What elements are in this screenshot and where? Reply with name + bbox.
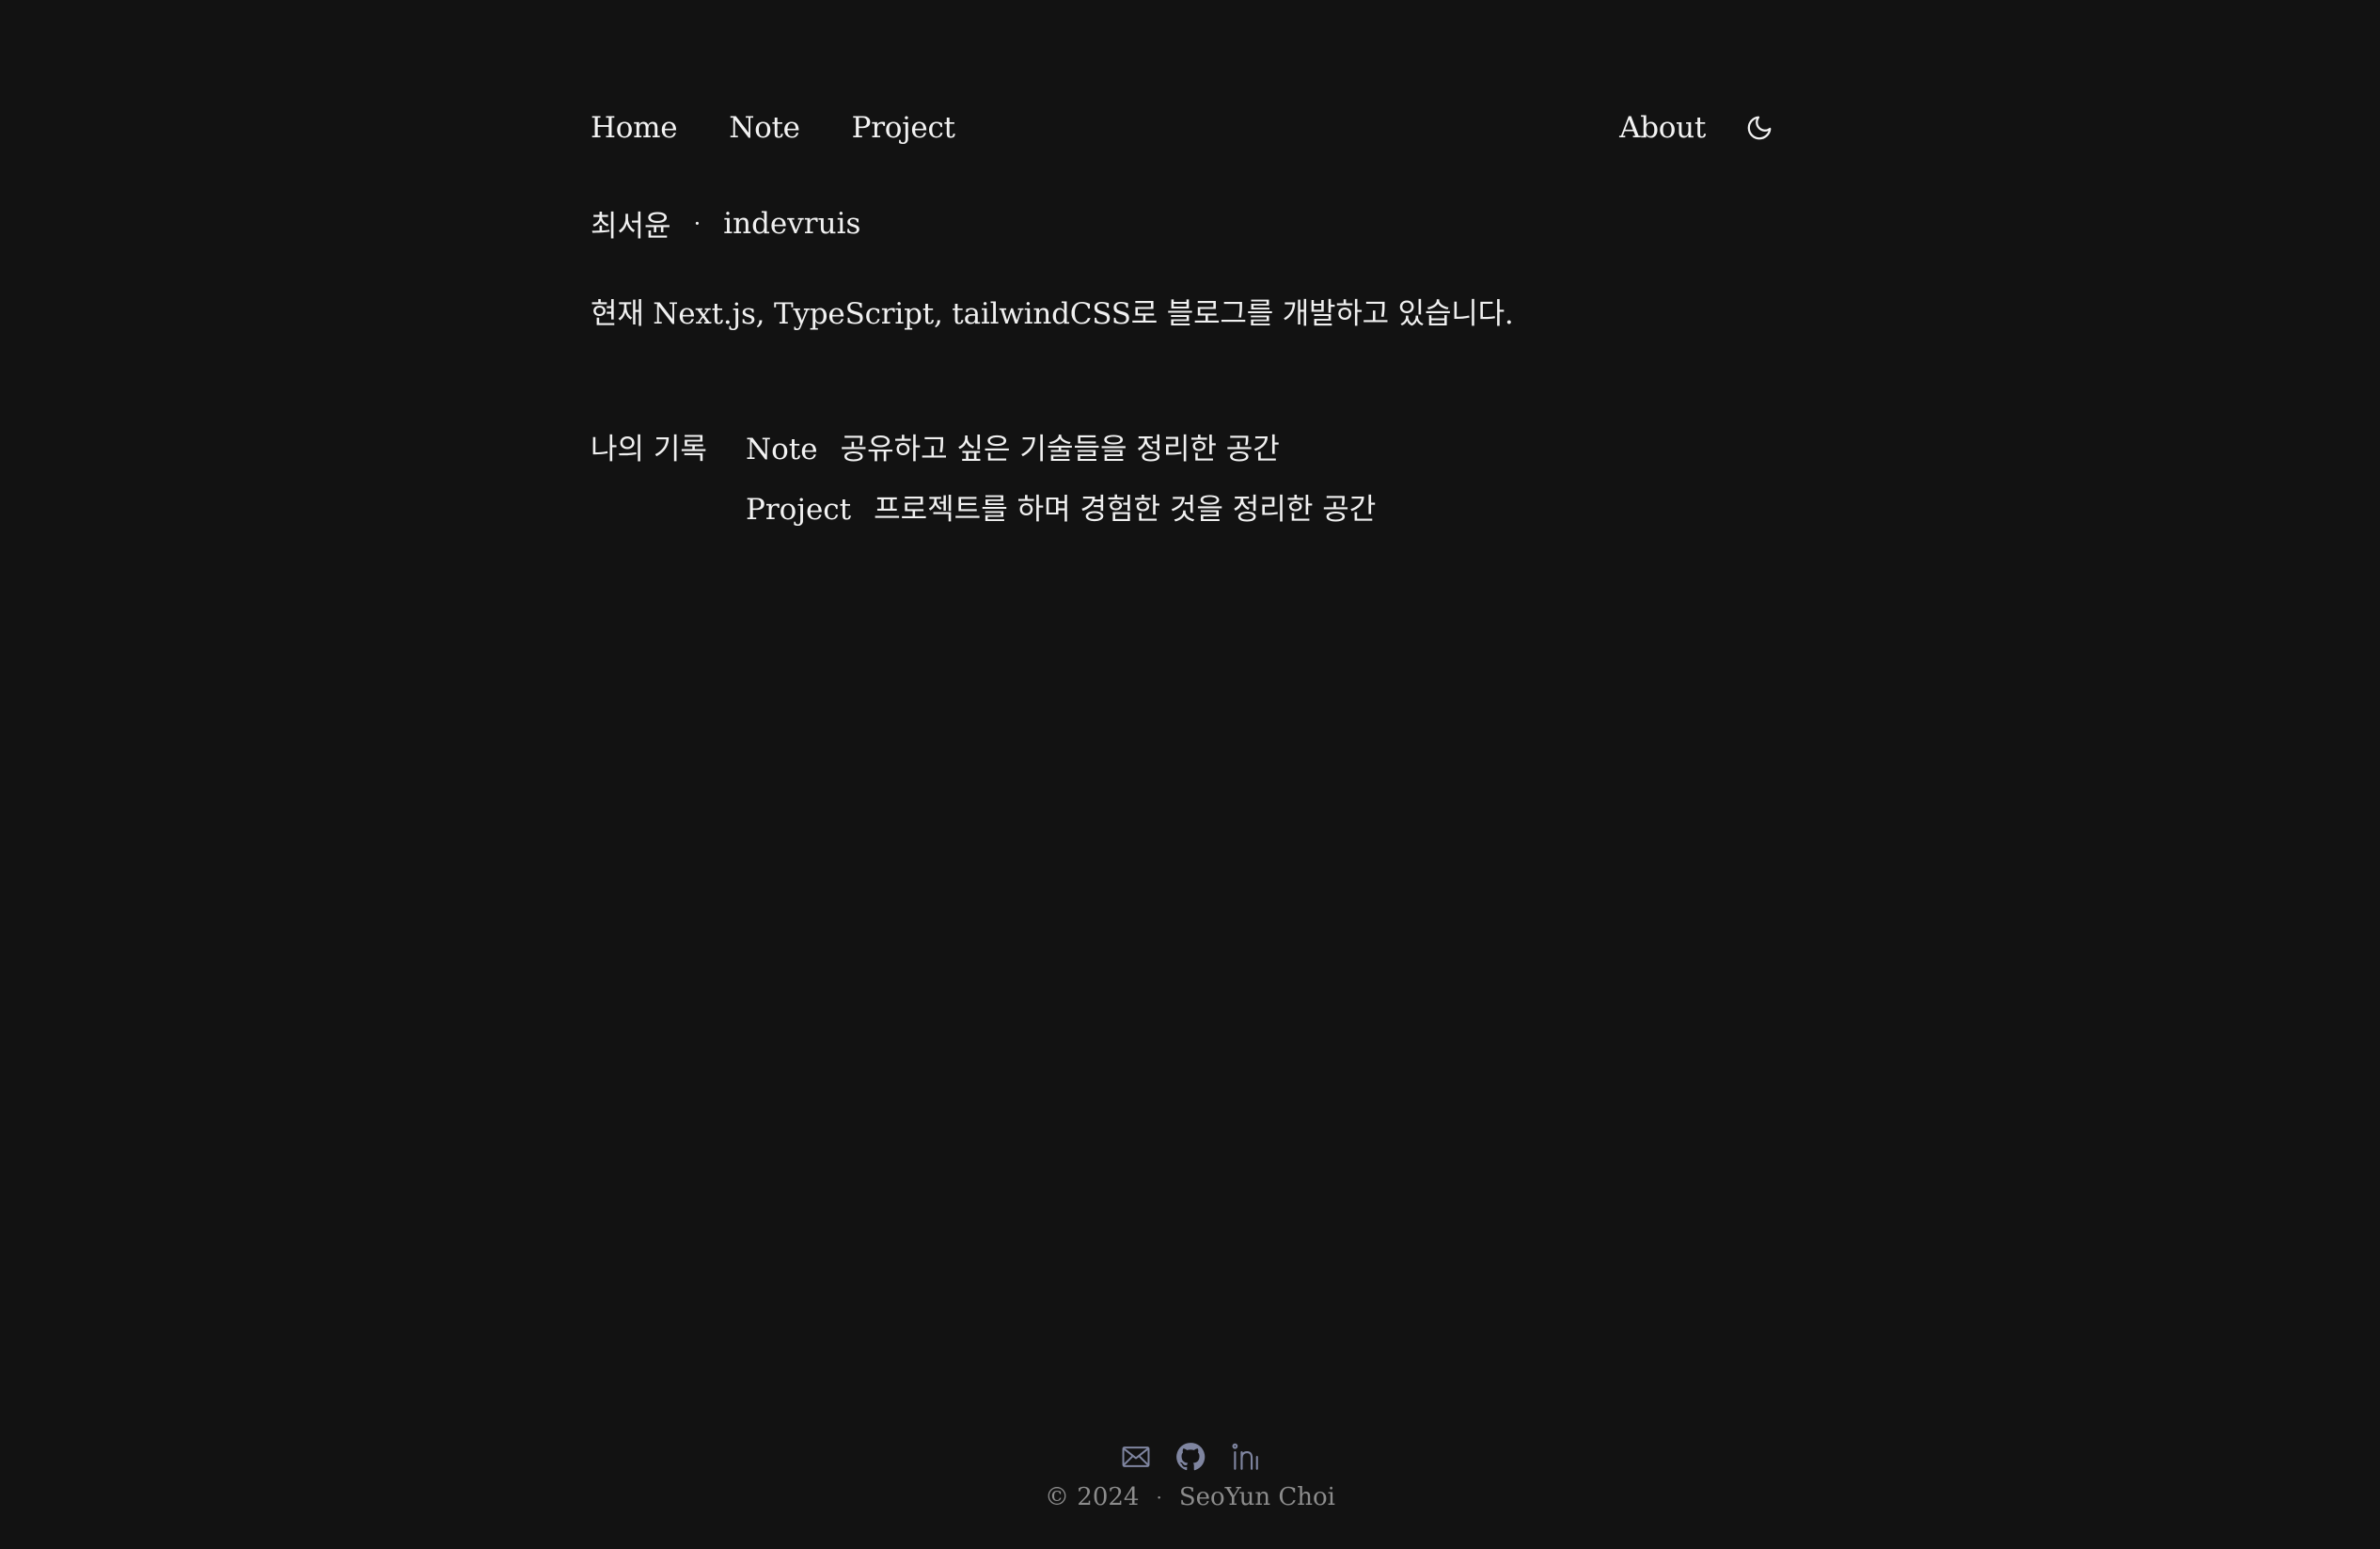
- linkedin-link[interactable]: [1228, 1440, 1262, 1474]
- nav-about-link[interactable]: About: [1619, 111, 1706, 145]
- nav-left: Home Note Project: [591, 111, 1007, 145]
- author-handle: indevruis: [723, 206, 861, 241]
- linkedin-icon: [1231, 1443, 1258, 1470]
- github-link[interactable]: [1174, 1440, 1207, 1474]
- top-nav: Home Note Project About: [591, 103, 1775, 152]
- record-row-project: Project 프로젝트를 하며 경험한 것을 정리한 공간: [746, 485, 1376, 545]
- theme-toggle-button[interactable]: [1743, 112, 1775, 144]
- copyright-year: © 2024: [1045, 1483, 1140, 1511]
- moon-icon: [1747, 116, 1772, 140]
- records-list: Note 공유하고 싶은 기술들을 정리한 공간 Project 프로젝트를 하…: [746, 425, 1376, 545]
- page: Home Note Project About 최서윤 · indevruis …: [0, 0, 2380, 1549]
- intro-name-line: 최서윤 · indevruis: [591, 202, 860, 245]
- records-label: 나의 기록: [591, 433, 707, 466]
- nav-right: About: [1619, 111, 1775, 145]
- copyright-author: SeoYun Choi: [1178, 1483, 1335, 1511]
- mail-link[interactable]: [1119, 1440, 1153, 1474]
- footer-separator: ·: [1156, 1486, 1162, 1509]
- record-project-link[interactable]: Project: [746, 493, 851, 527]
- name-separator: ·: [693, 210, 701, 237]
- nav-note-link[interactable]: Note: [729, 111, 800, 145]
- github-icon: [1175, 1443, 1205, 1471]
- record-project-description: 프로젝트를 하며 경험한 것을 정리한 공간: [874, 493, 1377, 527]
- record-note-description: 공유하고 싶은 기술들을 정리한 공간: [840, 433, 1280, 466]
- footer-social-icons: [1119, 1434, 1262, 1479]
- intro-description: 현재 Next.js, TypeScript, tailwindCSS로 블로그…: [591, 297, 1514, 331]
- record-note-link[interactable]: Note: [746, 433, 818, 466]
- records-section: 나의 기록 Note 공유하고 싶은 기술들을 정리한 공간 Project 프…: [591, 425, 1376, 545]
- nav-home-link[interactable]: Home: [591, 111, 678, 145]
- mail-icon: [1122, 1446, 1149, 1467]
- record-row-note: Note 공유하고 싶은 기술들을 정리한 공간: [746, 425, 1376, 485]
- footer-copyright: © 2024 · SeoYun Choi: [1045, 1483, 1335, 1511]
- author-name: 최서윤: [591, 210, 671, 244]
- footer: © 2024 · SeoYun Choi: [0, 1434, 2380, 1511]
- nav-project-link[interactable]: Project: [852, 111, 955, 145]
